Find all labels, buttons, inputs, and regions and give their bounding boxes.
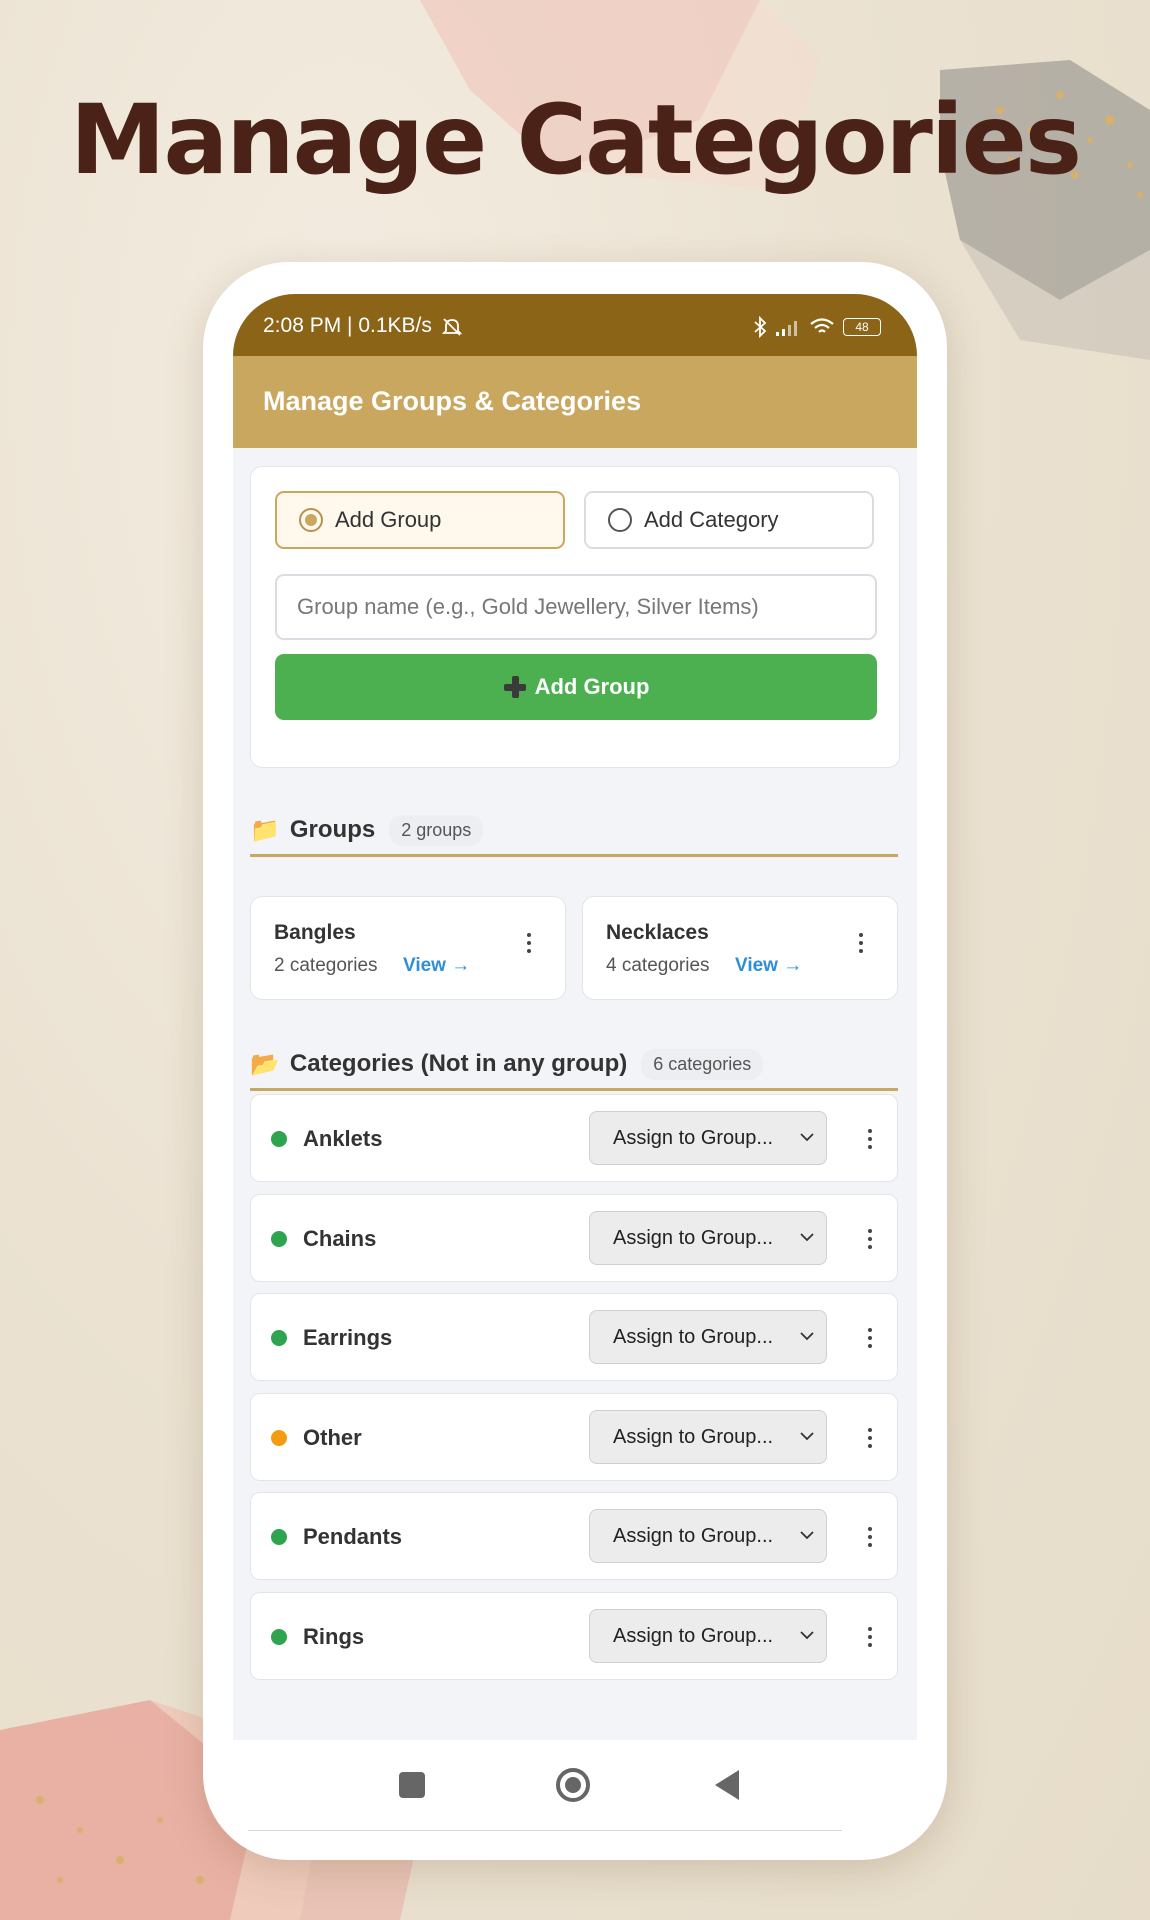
more-options-icon[interactable] [849,928,873,958]
more-options-icon[interactable] [858,1323,882,1353]
status-dot [271,1629,287,1645]
add-group-option[interactable]: Add Group [275,491,565,549]
mute-bell-icon [441,318,463,336]
category-row: Other Assign to Group... [250,1393,898,1481]
category-row: Pendants Assign to Group... [250,1492,898,1580]
chevron-down-icon [800,1531,814,1540]
assign-group-label: Assign to Group... [613,1226,774,1249]
add-group-button[interactable]: Add Group [275,654,877,720]
category-name: Anklets [303,1126,383,1151]
plus-icon [503,675,527,699]
group-card[interactable]: Bangles 2 categories View → [250,896,566,1000]
status-time: 2:08 PM | 0.1KB/s [263,314,432,337]
group-name: Necklaces [606,921,709,944]
status-dot [271,1430,287,1446]
wifi-icon [810,318,834,333]
assign-group-label: Assign to Group... [613,1624,774,1647]
folder-icon: 📁 [250,816,280,844]
gesture-bar [248,1830,842,1831]
category-row: Rings Assign to Group... [250,1592,898,1680]
app-screen: 2:08 PM | 0.1KB/s 48 Manage Groups & Cat… [233,294,917,1740]
app-bar: Manage Groups & Categories [233,356,917,448]
categories-count-badge: 6 categories [641,1048,764,1080]
radio-selected-icon [299,508,323,532]
assign-group-select[interactable]: Assign to Group... [589,1410,827,1464]
assign-group-select[interactable]: Assign to Group... [589,1211,827,1265]
chevron-down-icon [800,1233,814,1242]
chevron-down-icon [800,1332,814,1341]
group-name-input[interactable] [275,574,877,640]
home-icon[interactable] [556,1768,590,1802]
assign-group-label: Assign to Group... [613,1524,774,1547]
add-category-option[interactable]: Add Category [584,491,874,549]
assign-group-label: Assign to Group... [613,1325,774,1348]
status-icons: 48 [753,316,881,338]
radio-unselected-icon [608,508,632,532]
add-category-option-label: Add Category [644,507,779,532]
more-options-icon[interactable] [858,1423,882,1453]
app-bar-title: Manage Groups & Categories [263,386,642,416]
more-options-icon[interactable] [517,928,541,958]
status-dot [271,1330,287,1346]
open-folder-icon: 📂 [250,1050,280,1078]
status-dot [271,1131,287,1147]
phone-frame: 2:08 PM | 0.1KB/s 48 Manage Groups & Cat… [203,262,947,1860]
category-name: Rings [303,1624,365,1649]
assign-group-label: Assign to Group... [613,1126,774,1149]
categories-section-title: Categories (Not in any group) [289,1050,628,1077]
navigation-bar [233,1740,917,1830]
category-row: Anklets Assign to Group... [250,1094,898,1182]
assign-group-label: Assign to Group... [613,1425,774,1448]
chevron-down-icon [800,1631,814,1640]
battery-level: 48 [855,320,869,334]
category-row: Earrings Assign to Group... [250,1293,898,1381]
more-options-icon[interactable] [858,1124,882,1154]
group-view-link[interactable]: View → [403,955,470,977]
back-icon[interactable] [715,1770,739,1800]
assign-group-select[interactable]: Assign to Group... [589,1609,827,1663]
more-options-icon[interactable] [858,1622,882,1652]
more-options-icon[interactable] [858,1522,882,1552]
status-bar: 2:08 PM | 0.1KB/s 48 [233,294,917,356]
group-card[interactable]: Necklaces 4 categories View → [582,896,898,1000]
signal-icon [776,321,797,336]
recent-apps-icon[interactable] [399,1772,425,1798]
add-form-card: Add Group Add Category Add Group [250,466,900,768]
add-group-option-label: Add Group [335,507,442,532]
categories-section-header: 📂 Categories (Not in any group) 6 catego… [250,1040,898,1091]
group-category-count: 2 categories [274,955,378,976]
status-dot [271,1529,287,1545]
assign-group-select[interactable]: Assign to Group... [589,1310,827,1364]
assign-group-select[interactable]: Assign to Group... [589,1111,827,1165]
bluetooth-icon [754,316,767,338]
more-options-icon[interactable] [858,1224,882,1254]
hero-title: Manage Categories [69,84,1082,196]
battery-icon: 48 [843,318,881,336]
category-name: Pendants [303,1524,403,1549]
group-name: Bangles [274,921,356,944]
groups-count-badge: 2 groups [389,814,484,846]
category-row: Chains Assign to Group... [250,1194,898,1282]
groups-section-title: Groups [289,816,376,843]
group-category-count: 4 categories [606,955,710,976]
groups-section-header: 📁 Groups 2 groups [250,806,898,857]
chevron-down-icon [800,1432,814,1441]
group-view-link[interactable]: View → [735,955,802,977]
chevron-down-icon [800,1133,814,1142]
assign-group-select[interactable]: Assign to Group... [589,1509,827,1563]
category-name: Earrings [303,1325,393,1350]
status-dot [271,1231,287,1247]
add-group-button-label: Add Group [534,674,650,699]
category-name: Chains [303,1226,377,1251]
category-name: Other [303,1425,362,1450]
